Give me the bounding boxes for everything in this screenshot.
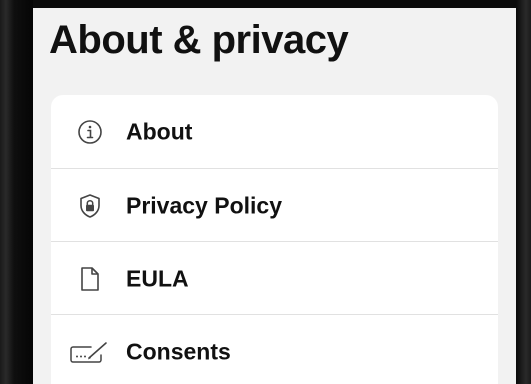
menu-item-consents[interactable]: Consents [51,315,498,384]
menu-item-label: EULA [126,265,189,291]
page-title: About & privacy [49,18,349,62]
menu-item-label: Consents [126,338,231,364]
device-bezel-top [0,0,531,8]
signature-icon [69,337,109,367]
device-bezel-left [0,0,33,384]
device-bezel-right [516,0,531,384]
document-icon [75,264,105,294]
shield-lock-icon [75,191,105,221]
menu-item-about[interactable]: About [51,95,498,168]
menu-item-label: Privacy Policy [126,192,282,218]
settings-card: About Privacy Policy EULA Consents [51,95,498,384]
screen: About & privacy About Privacy Policy EUL… [33,8,516,384]
menu-item-label: About [126,118,193,144]
info-circle-icon [75,117,105,147]
menu-item-privacy-policy[interactable]: Privacy Policy [51,169,498,242]
menu-item-eula[interactable]: EULA [51,242,498,315]
